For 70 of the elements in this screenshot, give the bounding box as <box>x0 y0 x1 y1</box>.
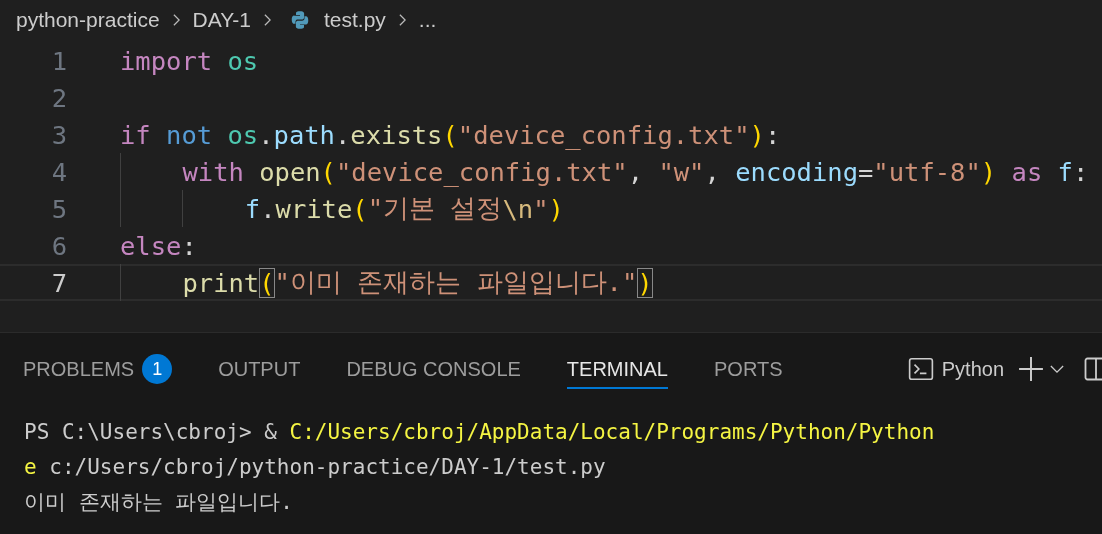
keyword-token: else <box>120 230 182 261</box>
line-number: 6 <box>50 230 68 261</box>
bracket-token: ) <box>980 156 998 187</box>
string-token: "device_config.txt" <box>335 156 628 187</box>
panel-tab[interactable]: TERMINAL <box>566 349 668 389</box>
bracket-token: ) <box>548 193 564 224</box>
variable-token: path <box>273 119 335 150</box>
keyword-token: if <box>120 119 152 150</box>
terminal-icon <box>907 356 934 382</box>
keyword-token: import <box>120 45 214 76</box>
keyword-token: with <box>182 156 245 187</box>
line-number: 5 <box>50 193 68 224</box>
string-token: "w" <box>658 156 705 187</box>
string-token: "utf-8" <box>873 156 981 187</box>
chevron-right-icon <box>171 13 181 27</box>
terminal-line: e c:/Users/cbroj/python-practice/DAY-1/test.py <box>24 454 607 481</box>
chevron-right-icon <box>397 13 407 27</box>
function-token: open <box>259 156 321 187</box>
code-token: . <box>260 193 276 224</box>
line-number: 4 <box>50 156 68 187</box>
variable-token: f <box>1057 156 1073 187</box>
string-token: "이미 존재하는 파일입니다." <box>274 266 638 299</box>
matched-bracket: ( <box>259 267 275 298</box>
line-number: 2 <box>50 82 68 113</box>
code-token: : <box>764 119 781 150</box>
breadcrumb-item[interactable]: python-practice <box>16 8 160 32</box>
panel-tab[interactable]: PROBLEMS 1 <box>23 349 173 389</box>
code-token: = <box>858 156 874 187</box>
bracket-token: ) <box>749 119 765 150</box>
line-number: 7 <box>50 267 68 298</box>
module-token: os <box>227 45 259 76</box>
breadcrumb-item[interactable]: ... <box>418 8 437 32</box>
variable-token: f <box>244 193 261 224</box>
string-token: "device_config.txt" <box>457 119 750 150</box>
code-token: , <box>627 156 645 187</box>
string-token: " <box>533 193 549 224</box>
variable-token: encoding <box>735 156 858 187</box>
panel-tab[interactable]: DEBUG CONSOLE <box>346 349 521 389</box>
code-token: . <box>258 119 274 150</box>
split-icon[interactable] <box>1084 357 1102 381</box>
bracket-token: ( <box>320 156 336 187</box>
matched-bracket: ) <box>637 267 653 298</box>
function-token: exists <box>350 119 443 150</box>
chevron-down-icon[interactable] <box>1050 364 1064 374</box>
breadcrumb-item[interactable]: test.py <box>323 8 386 32</box>
chevron-right-icon <box>262 13 272 27</box>
panel-tab[interactable]: OUTPUT <box>218 349 301 389</box>
code-token: : <box>181 230 197 261</box>
code-token: : <box>1072 156 1089 187</box>
code-token: , <box>704 156 721 187</box>
keyword-token: as <box>1011 156 1044 187</box>
module-token: os <box>227 119 259 150</box>
function-token: print <box>182 267 260 298</box>
terminal-line: 이미 존재하는 파일입니다. <box>24 489 294 516</box>
escape-token: \n <box>502 193 534 224</box>
breadcrumb-item[interactable]: DAY-1 <box>192 8 251 32</box>
code-token: . <box>335 119 351 150</box>
bracket-token: ( <box>352 193 368 224</box>
function-token: write <box>275 193 353 224</box>
python-file-icon <box>289 10 310 30</box>
line-number: 3 <box>50 119 68 150</box>
string-token: "기본 설정 <box>367 192 503 225</box>
bracket-token: ( <box>442 119 458 150</box>
panel-tab[interactable]: PORTS <box>714 349 783 389</box>
terminal-name[interactable]: Python <box>941 357 1004 381</box>
plus-icon[interactable] <box>1018 356 1044 382</box>
line-number: 1 <box>50 45 68 76</box>
terminal-line: PS C:\Users\cbroj> & C:/Users/cbroj/AppData/Local/Programs/Python/Python <box>24 419 936 446</box>
count-badge: 1 <box>142 354 173 384</box>
keyword-token: not <box>166 119 214 150</box>
